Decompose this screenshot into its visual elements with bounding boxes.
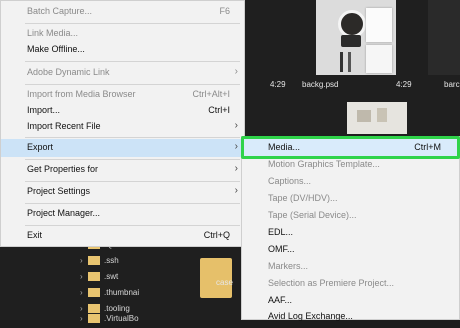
highlight-box bbox=[241, 136, 460, 159]
menu-item-project-manager[interactable]: Project Manager... bbox=[1, 205, 244, 223]
chevron-right-icon: › bbox=[80, 288, 83, 297]
chevron-right-icon: › bbox=[234, 163, 238, 174]
menu-item-adobe-dynamic-link[interactable]: Adobe Dynamic Link › bbox=[1, 64, 244, 82]
folder-icon bbox=[88, 256, 100, 266]
folder-icon bbox=[88, 272, 100, 282]
menu-separator bbox=[25, 203, 240, 204]
chevron-right-icon: › bbox=[234, 66, 238, 77]
chevron-right-icon: › bbox=[80, 314, 83, 323]
file-tree-label: .ssh bbox=[104, 256, 119, 265]
menu-item-import-recent-file[interactable]: Import Recent File › bbox=[1, 118, 244, 136]
file-tree-item[interactable]: › .VirtualBo bbox=[80, 314, 139, 328]
coffee-cup-image bbox=[338, 10, 366, 38]
menu-item-get-properties-for[interactable]: Get Properties for › bbox=[1, 161, 244, 179]
menu-separator bbox=[25, 225, 240, 226]
menu-separator bbox=[25, 159, 240, 160]
file-tree-item[interactable]: › .swt bbox=[80, 272, 118, 286]
chevron-right-icon: › bbox=[234, 120, 238, 131]
menu-item-make-offline[interactable]: Make Offline... bbox=[1, 41, 244, 59]
file-tree-item[interactable]: › .thumbnai bbox=[80, 288, 139, 302]
menu-separator bbox=[25, 61, 240, 62]
file-tree-item[interactable]: › .ssh bbox=[80, 256, 119, 270]
chevron-right-icon: › bbox=[234, 185, 238, 196]
thumbnail-backg-psd[interactable] bbox=[316, 0, 396, 75]
chevron-right-icon: › bbox=[80, 256, 83, 265]
export-submenu: Media... Ctrl+M Motion Graphics Template.… bbox=[241, 136, 460, 321]
thumb-name: barc bbox=[444, 80, 460, 89]
file-tree-label: .swt bbox=[104, 272, 119, 281]
thumbnail-room[interactable] bbox=[347, 102, 407, 134]
thumb-duration: 4:29 bbox=[396, 80, 412, 89]
furniture-image bbox=[377, 108, 387, 122]
submenu-item-selection-as-premiere-project[interactable]: Selection as Premiere Project... bbox=[242, 275, 459, 292]
menu-separator bbox=[25, 23, 240, 24]
pencil-image bbox=[348, 52, 351, 72]
file-tree-label: .thumbnai bbox=[104, 288, 140, 297]
submenu-item-tape-dv-hdv[interactable]: Tape (DV/HDV)... bbox=[242, 190, 459, 207]
file-menu: Batch Capture... F6 Link Media... Make Of… bbox=[0, 0, 245, 247]
menu-separator bbox=[25, 137, 240, 138]
menu-separator bbox=[25, 84, 240, 85]
notebook-image bbox=[366, 45, 392, 73]
thumb-name: backg.psd bbox=[302, 80, 339, 89]
furniture-image bbox=[357, 110, 371, 122]
thumb-duration: 4:29 bbox=[270, 80, 286, 89]
submenu-item-tape-serial-device[interactable]: Tape (Serial Device)... bbox=[242, 207, 459, 224]
submenu-item-aaf[interactable]: AAF... bbox=[242, 292, 459, 309]
submenu-item-avid-log-exchange[interactable]: Avid Log Exchange... bbox=[242, 308, 459, 325]
menu-item-export[interactable]: Export › bbox=[1, 139, 244, 157]
menu-item-batch-capture[interactable]: Batch Capture... F6 bbox=[1, 3, 244, 21]
menu-separator bbox=[25, 181, 240, 182]
paper-image bbox=[366, 8, 392, 42]
folder-icon bbox=[88, 314, 100, 324]
phone-image bbox=[341, 35, 361, 47]
folder-icon bbox=[88, 304, 100, 314]
submenu-item-edl[interactable]: EDL... bbox=[242, 224, 459, 241]
chevron-right-icon: › bbox=[80, 304, 83, 313]
menu-item-exit[interactable]: Exit Ctrl+Q bbox=[1, 227, 244, 245]
file-tree-label: .VirtualBo bbox=[104, 314, 139, 323]
submenu-item-captions[interactable]: Captions... bbox=[242, 173, 459, 190]
thumbnail-barc[interactable] bbox=[428, 0, 460, 75]
submenu-item-omf[interactable]: OMF... bbox=[242, 241, 459, 258]
menu-item-project-settings[interactable]: Project Settings › bbox=[1, 183, 244, 201]
pen-image bbox=[340, 52, 343, 72]
folder-icon bbox=[88, 288, 100, 298]
chevron-right-icon: › bbox=[234, 141, 238, 152]
submenu-item-markers[interactable]: Markers... bbox=[242, 258, 459, 275]
folder-label: case bbox=[216, 278, 233, 287]
chevron-right-icon: › bbox=[80, 272, 83, 281]
file-tree-label: .tooling bbox=[104, 304, 130, 313]
